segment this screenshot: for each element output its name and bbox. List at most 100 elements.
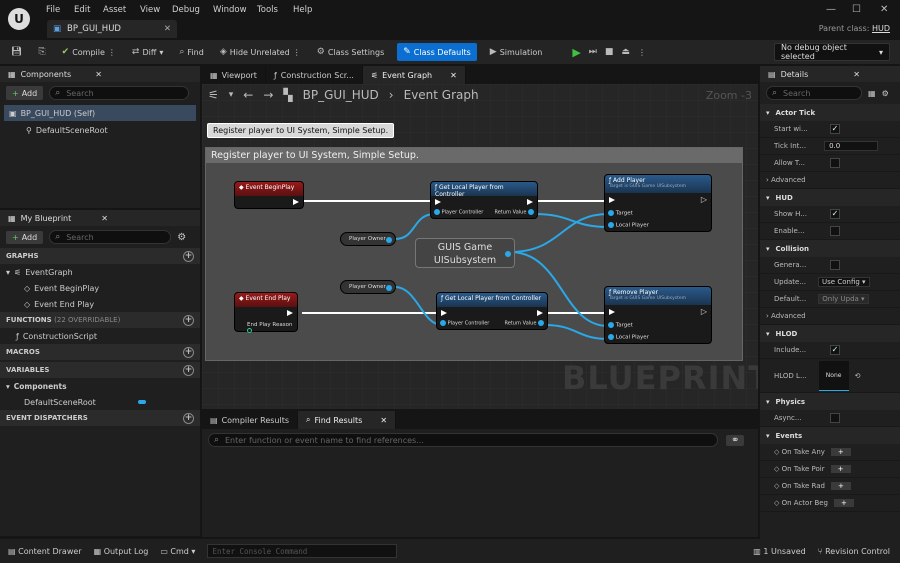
gear-icon[interactable]: ⚙ — [882, 89, 889, 98]
add-variable-icon[interactable]: + — [183, 364, 194, 376]
exec-out-pin[interactable]: ▷ — [701, 195, 707, 204]
checkbox-checked[interactable]: ✓ — [830, 345, 840, 355]
node-get-local-player-1[interactable]: ƒ Get Local Player from Controller Playe… — [430, 181, 538, 219]
revision-control-button[interactable]: ⑂ Revision Control — [818, 547, 890, 556]
unreal-logo-icon[interactable]: U — [8, 8, 30, 30]
node-get-local-player-2[interactable]: ƒ Get Local Player from Controller Playe… — [436, 292, 548, 330]
advanced-toggle[interactable]: › Advanced — [760, 308, 900, 325]
eventgraph-item[interactable]: ▾ ⚟ EventGraph — [0, 264, 200, 280]
section-graphs[interactable]: GRAPHS + — [0, 248, 200, 264]
step-icon[interactable]: ⏭ — [589, 47, 597, 57]
section-hud[interactable]: ▾ HUD — [760, 189, 900, 206]
graph-canvas[interactable]: ⚟ ▾ ← → ▚ BP_GUI_HUD › Event Graph Zoom … — [202, 84, 758, 409]
endplay-item[interactable]: ◇ Event End Play — [0, 296, 200, 312]
find-references-input[interactable]: Enter function or event name to find ref… — [208, 433, 718, 447]
add-component-button[interactable]: + Add — [6, 86, 44, 100]
checkbox[interactable] — [830, 158, 840, 168]
hlod-asset-thumb[interactable]: None — [818, 360, 849, 391]
output-log-button[interactable]: ▦ Output Log — [94, 547, 149, 556]
menu-view[interactable]: View — [140, 5, 160, 15]
target-pin[interactable]: Target — [608, 322, 633, 329]
section-collision[interactable]: ▾ Collision — [760, 240, 900, 257]
find-button[interactable]: ⌕ Find — [176, 43, 206, 61]
local-player-pin[interactable]: Local Player — [608, 334, 649, 341]
checkbox[interactable] — [830, 260, 840, 270]
player-controller-pin[interactable]: Player Controller — [434, 209, 483, 216]
binoculars-icon[interactable]: ⚭ — [726, 434, 745, 446]
exec-in-pin[interactable] — [609, 197, 615, 203]
close-icon[interactable]: ✕ — [101, 214, 108, 223]
exec-in-pin[interactable] — [441, 310, 447, 316]
diff-button[interactable]: ⇄ Diff ▾ — [129, 43, 166, 61]
checkbox[interactable] — [830, 413, 840, 423]
exec-out-pin[interactable] — [527, 199, 533, 205]
add-macro-icon[interactable]: + — [183, 346, 194, 358]
menu-help[interactable]: Help — [293, 5, 312, 15]
minimize-icon[interactable]: — — [826, 4, 836, 15]
add-dispatcher-icon[interactable]: + — [183, 412, 194, 424]
beginplay-item[interactable]: ◇ Event BeginPlay — [0, 280, 200, 296]
class-settings-button[interactable]: ⚙ Class Settings — [314, 43, 387, 61]
close-icon[interactable]: ✕ — [450, 71, 457, 80]
compile-button[interactable]: ✔ Compile ⋮ — [59, 43, 119, 61]
more-icon[interactable]: ⋮ — [638, 48, 646, 57]
default-select[interactable]: Only Upda ▾ — [818, 294, 869, 304]
menu-file[interactable]: File — [46, 5, 60, 15]
node-event-endplay[interactable]: ◆ Event End Play End Play Reason — [234, 292, 298, 335]
details-search-input[interactable]: Search — [766, 86, 862, 100]
tab-construction[interactable]: ƒ Construction Scr... — [266, 66, 363, 84]
section-events[interactable]: ▾ Events — [760, 427, 900, 444]
simulation-button[interactable]: ▶ Simulation — [487, 43, 546, 61]
local-player-pin[interactable]: Local Player — [608, 222, 649, 229]
exec-out-pin[interactable] — [287, 310, 293, 316]
gear-icon[interactable]: ⚙ — [177, 232, 186, 243]
node-player-owner-1[interactable]: Player Owner — [340, 232, 396, 246]
node-add-player[interactable]: ƒ Add Player Target is GUIS Game UISubsys… — [604, 174, 712, 232]
add-member-button[interactable]: + Add — [6, 230, 44, 244]
checkbox-checked[interactable]: ✓ — [830, 124, 840, 134]
checkbox-checked[interactable]: ✓ — [830, 209, 840, 219]
more-icon[interactable]: ⋮ — [108, 48, 116, 57]
tab-viewport[interactable]: ▦ Viewport — [202, 66, 266, 84]
node-uisubsystem[interactable]: GUIS Game UISubsystem — [415, 238, 515, 268]
section-functions[interactable]: FUNCTIONS (22 OVERRIDABLE) + — [0, 312, 200, 328]
construction-script-item[interactable]: ƒ ConstructionScript — [0, 328, 200, 344]
component-child[interactable]: ⚲ DefaultSceneRoot — [0, 122, 200, 138]
end-reason-pin[interactable]: End Play Reason — [247, 322, 297, 335]
section-macros[interactable]: MACROS + — [0, 344, 200, 360]
debug-object-select[interactable]: No debug object selected ▾ — [774, 43, 890, 61]
advanced-toggle[interactable]: › Advanced — [760, 172, 900, 189]
player-controller-pin[interactable]: Player Controller — [440, 320, 489, 327]
grid-view-icon[interactable]: ▦ — [868, 89, 876, 98]
add-event-button[interactable]: + — [834, 499, 854, 507]
menu-tools[interactable]: Tools — [257, 5, 278, 15]
exec-in-pin[interactable] — [609, 309, 615, 315]
add-event-button[interactable]: + — [830, 482, 851, 490]
exec-out-pin[interactable] — [537, 310, 543, 316]
add-graph-icon[interactable]: + — [183, 250, 194, 262]
section-actor-tick[interactable]: ▾ Actor Tick — [760, 104, 900, 121]
unsaved-button[interactable]: ▥ 1 Unsaved — [753, 547, 805, 556]
menu-window[interactable]: Window — [213, 5, 247, 15]
blueprint-search-input[interactable]: Search — [49, 230, 172, 244]
tab-find-results[interactable]: ⌕ Find Results ✕ — [298, 411, 397, 429]
target-pin[interactable]: Target — [608, 210, 633, 217]
add-function-icon[interactable]: + — [183, 314, 194, 326]
update-select[interactable]: Use Config ▾ — [818, 277, 870, 287]
close-icon[interactable]: ✕ — [380, 416, 387, 425]
menu-debug[interactable]: Debug — [172, 5, 200, 15]
component-root[interactable]: ▣ BP_GUI_HUD (Self) — [4, 105, 196, 121]
node-event-beginplay[interactable]: ◆ Event BeginPlay — [234, 181, 304, 209]
parent-class-link[interactable]: HUD — [872, 24, 890, 33]
components-search-input[interactable]: Search — [49, 86, 190, 100]
menu-edit[interactable]: Edit — [74, 5, 90, 15]
close-icon[interactable]: ✕ — [95, 70, 102, 79]
more-icon[interactable]: ⋮ — [293, 48, 301, 57]
tick-interval-input[interactable]: 0.0 — [824, 141, 879, 151]
return-value-pin[interactable]: Return Value — [494, 209, 534, 216]
close-window-icon[interactable]: ✕ — [880, 4, 888, 15]
console-input[interactable]: Enter Console Command — [207, 544, 398, 558]
exec-out-pin[interactable] — [293, 199, 299, 205]
reset-icon[interactable]: ⟲ — [855, 372, 861, 380]
close-icon[interactable]: ✕ — [853, 70, 860, 79]
